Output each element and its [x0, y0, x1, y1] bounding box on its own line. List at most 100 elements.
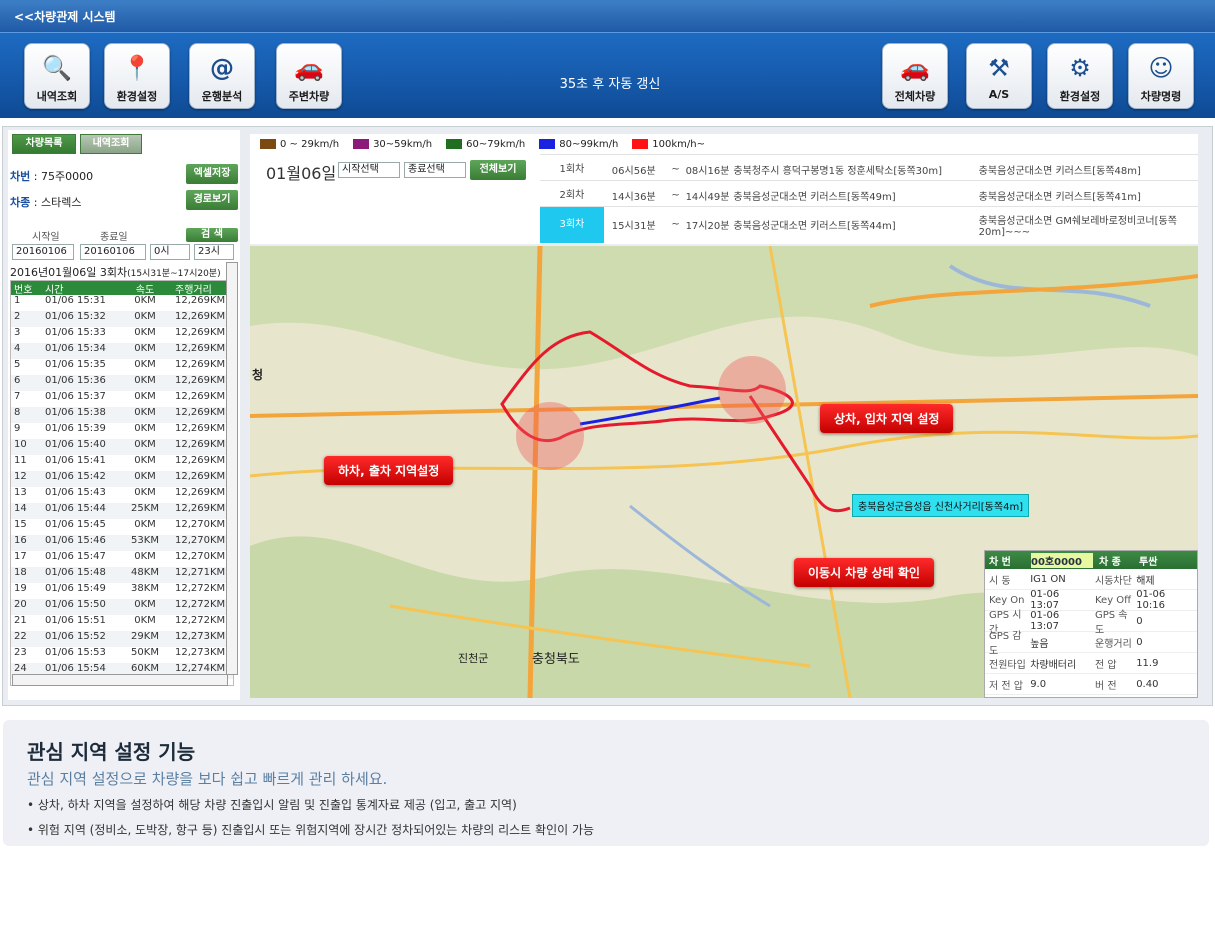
table-cell: 4	[14, 343, 21, 354]
all-vehicles-button[interactable]: 🚗 전체차량	[882, 43, 948, 109]
end-select[interactable]: 종료선택	[404, 162, 466, 178]
table-row[interactable]: 13 01/06 15:43 0KM 12,269KM	[11, 487, 233, 503]
route-view-button[interactable]: 경로보기	[186, 190, 238, 210]
table-cell: 12,269KM	[175, 343, 226, 354]
legend-label: 0 ~ 29km/h	[280, 138, 340, 150]
legend-item: 80~99km/h	[539, 138, 619, 150]
legend-label: 60~79km/h	[466, 138, 526, 150]
table-cell: 01/06 15:39	[45, 423, 106, 434]
start-date-label: 시작일	[32, 232, 60, 243]
excel-save-button[interactable]: 엑셀저장	[186, 164, 238, 184]
end-hour-select[interactable]: 23시	[194, 244, 234, 260]
table-row[interactable]: 7 01/06 15:37 0KM 12,269KM	[11, 391, 233, 407]
table-cell: 01/06 15:49	[45, 583, 106, 594]
nearby-vehicles-button[interactable]: 🚗 주변차량	[276, 43, 342, 109]
table-row[interactable]: 15 01/06 15:45 0KM 12,270KM	[11, 519, 233, 535]
speed-legend: 0 ~ 29km/h 30~59km/h 60~79km/h 80~99km/h…	[250, 134, 1198, 154]
tools-icon: ⚒	[988, 54, 1010, 82]
table-row[interactable]: 8 01/06 15:38 0KM 12,269KM	[11, 407, 233, 423]
trip-tilde: ~	[671, 219, 680, 230]
table-cell: 23	[14, 647, 27, 658]
status-value: 9.0	[1030, 678, 1047, 690]
table-row[interactable]: 10 01/06 15:40 0KM 12,269KM	[11, 439, 233, 455]
table-row[interactable]: 23 01/06 15:53 50KM 12,273KM	[11, 647, 233, 663]
status-type: 투싼	[1139, 556, 1158, 568]
table-horizontal-scrollbar[interactable]	[12, 674, 228, 686]
end-date-input[interactable]: 20160106	[80, 244, 146, 260]
table-cell: 15	[14, 519, 27, 530]
trip-end: 17시20분	[685, 221, 730, 232]
table-row[interactable]: 16 01/06 15:46 53KM 12,270KM	[11, 535, 233, 551]
table-row[interactable]: 17 01/06 15:47 0KM 12,270KM	[11, 551, 233, 567]
table-row[interactable]: 19 01/06 15:49 38KM 12,272KM	[11, 583, 233, 599]
start-date-input[interactable]: 20160106	[12, 244, 74, 260]
table-row[interactable]: 11 01/06 15:41 0KM 12,269KM	[11, 455, 233, 471]
table-row[interactable]: 4 01/06 15:34 0KM 12,269KM	[11, 343, 233, 359]
status-row: 전원타입 차량배터리 전 압 11.9	[985, 653, 1197, 674]
feature-subtitle: 관심 지역 설정으로 차량을 보다 쉽고 빠르게 관리 하세요.	[27, 770, 388, 788]
legend-label: 100km/h~	[652, 138, 706, 150]
table-row[interactable]: 9 01/06 15:39 0KM 12,269KM	[11, 423, 233, 439]
feature-title: 관심 지역 설정 기능	[27, 740, 196, 764]
tab-vehicle-list[interactable]: 차량목록	[12, 134, 76, 154]
table-cell: 12,270KM	[175, 535, 226, 546]
table-header: 번호 시간 속도 주행거리	[11, 281, 233, 296]
vehicle-command-button[interactable]: ☺ 차량명령	[1128, 43, 1194, 109]
end-date-label: 종료일	[100, 232, 128, 243]
robot-icon: ☺	[1148, 54, 1174, 82]
start-hour-select[interactable]: 0시	[150, 244, 190, 260]
search-button[interactable]: 검 색	[186, 228, 238, 242]
view-all-button[interactable]: 전체보기	[470, 160, 526, 180]
status-value: 0	[1136, 615, 1143, 627]
legend-item: 60~79km/h	[446, 138, 526, 150]
province-label: 충청북도	[532, 652, 580, 667]
table-cell: 12,269KM	[175, 311, 226, 322]
table-cell: 0KM	[134, 551, 156, 562]
load-zone[interactable]	[718, 356, 786, 424]
table-row[interactable]: 20 01/06 15:50 0KM 12,272KM	[11, 599, 233, 615]
trip-number: 3회차	[540, 206, 604, 243]
status-car-number: 00호0000	[1031, 552, 1093, 568]
table-vertical-scrollbar[interactable]	[226, 262, 238, 675]
main-toolbar: 🔍 내역조회 📍 환경설정 @ 운행분석 🚗 주변차량 35초 후 자동 갱신 🚗 전체차…	[0, 32, 1215, 118]
start-select[interactable]: 시작선택	[338, 162, 400, 178]
all-vehicles-label: 전체차량	[894, 90, 936, 103]
table-cell: 01/06 15:51	[45, 615, 106, 626]
feature-bullet-2: • 위험 지역 (정비소, 도박장, 항구 등) 진출입시 또는 위험지역에 장…	[27, 823, 595, 837]
history-button[interactable]: 🔍 내역조회	[24, 43, 90, 109]
trip-row-selected[interactable]: 3회차 15시31분 ~17시20분 충북음성군대소면 키러스트[동쪽44m] 충북음성…	[540, 206, 1198, 243]
as-button[interactable]: ⚒ A/S	[966, 43, 1032, 109]
status-key: GPS 속도	[1095, 610, 1128, 636]
table-cell: 1	[14, 295, 21, 306]
status-row: 시 동 IG1 ON 시동차단 해제	[985, 569, 1197, 590]
status-value: 차량배터리	[1030, 659, 1077, 671]
car-number-label: 차번	[10, 170, 31, 183]
legend-label: 80~99km/h	[559, 138, 619, 150]
table-row[interactable]: 12 01/06 15:42 0KM 12,269KM	[11, 471, 233, 487]
preferences-button[interactable]: ⚙ 환경설정	[1047, 43, 1113, 109]
table-row[interactable]: 5 01/06 15:35 0KM 12,269KM	[11, 359, 233, 375]
table-row[interactable]: 6 01/06 15:36 0KM 12,269KM	[11, 375, 233, 391]
table-row[interactable]: 2 01/06 15:32 0KM 12,269KM	[11, 311, 233, 327]
table-row[interactable]: 22 01/06 15:52 29KM 12,273KM	[11, 631, 233, 647]
table-cell: 01/06 15:42	[45, 471, 106, 482]
car-icon: 🚗	[900, 54, 930, 82]
auto-refresh-text: 35초 후 자동 갱신	[559, 77, 661, 92]
tab-history[interactable]: 내역조회	[80, 134, 142, 154]
town-label: 진천군	[458, 652, 489, 665]
trip-end: 14시49분	[685, 192, 730, 203]
unload-zone[interactable]	[516, 402, 584, 470]
status-key: 전 압	[1095, 659, 1117, 671]
settings-button[interactable]: 📍 환경설정	[104, 43, 170, 109]
table-row[interactable]: 1 01/06 15:31 0KM 12,269KM	[11, 295, 233, 311]
table-row[interactable]: 21 01/06 15:51 0KM 12,272KM	[11, 615, 233, 631]
driving-analysis-button[interactable]: @ 운행분석	[189, 43, 255, 109]
trip-to: 충북음성군대소면 키러스트[동쪽48m]	[978, 166, 1141, 177]
table-cell: 50KM	[131, 647, 159, 658]
table-row[interactable]: 14 01/06 15:44 25KM 12,269KM	[11, 503, 233, 519]
table-row[interactable]: 18 01/06 15:48 48KM 12,271KM	[11, 567, 233, 583]
table-cell: 01/06 15:43	[45, 487, 106, 498]
table-row[interactable]: 3 01/06 15:33 0KM 12,269KM	[11, 327, 233, 343]
table-cell: 01/06 15:37	[45, 391, 106, 402]
status-key: 전원타입	[989, 659, 1026, 671]
